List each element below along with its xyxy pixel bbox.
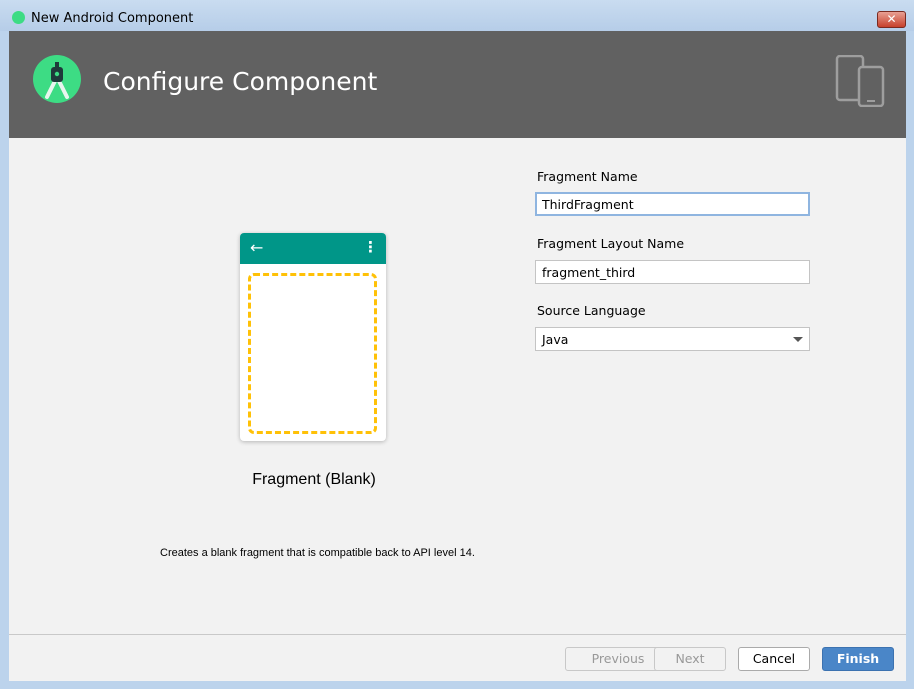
devices-icon bbox=[835, 55, 885, 107]
footer-divider bbox=[9, 634, 906, 635]
template-description: Creates a blank fragment that is compati… bbox=[160, 547, 475, 559]
fragment-name-label: Fragment Name bbox=[537, 169, 638, 184]
layout-name-label: Fragment Layout Name bbox=[537, 236, 685, 251]
finish-button[interactable]: Finish bbox=[822, 647, 894, 671]
android-studio-icon bbox=[12, 11, 25, 24]
page-title: Configure Component bbox=[103, 67, 378, 96]
header: Configure Component bbox=[9, 31, 906, 138]
title-bar: New Android Component ✕ bbox=[0, 0, 914, 31]
preview-toolbar: ← ⋮ bbox=[240, 233, 386, 264]
fragment-preview: ← ⋮ bbox=[240, 233, 386, 441]
overflow-menu-icon: ⋮ bbox=[363, 238, 378, 256]
template-name: Fragment (Blank) bbox=[252, 471, 376, 488]
layout-name-input[interactable]: fragment_third bbox=[535, 260, 810, 284]
next-button[interactable]: Next bbox=[654, 647, 726, 671]
close-button[interactable]: ✕ bbox=[877, 11, 906, 28]
source-language-label: Source Language bbox=[537, 303, 646, 318]
window-title: New Android Component bbox=[31, 11, 194, 26]
source-language-select[interactable]: Java bbox=[535, 327, 810, 351]
fragment-placeholder bbox=[248, 273, 377, 434]
android-studio-logo-icon bbox=[33, 55, 81, 103]
dialog-content: Configure Component ← ⋮ Fragment (Blank)… bbox=[9, 31, 906, 681]
back-arrow-icon: ← bbox=[250, 238, 264, 257]
fragment-name-input[interactable]: ThirdFragment bbox=[535, 192, 810, 216]
cancel-button[interactable]: Cancel bbox=[738, 647, 810, 671]
